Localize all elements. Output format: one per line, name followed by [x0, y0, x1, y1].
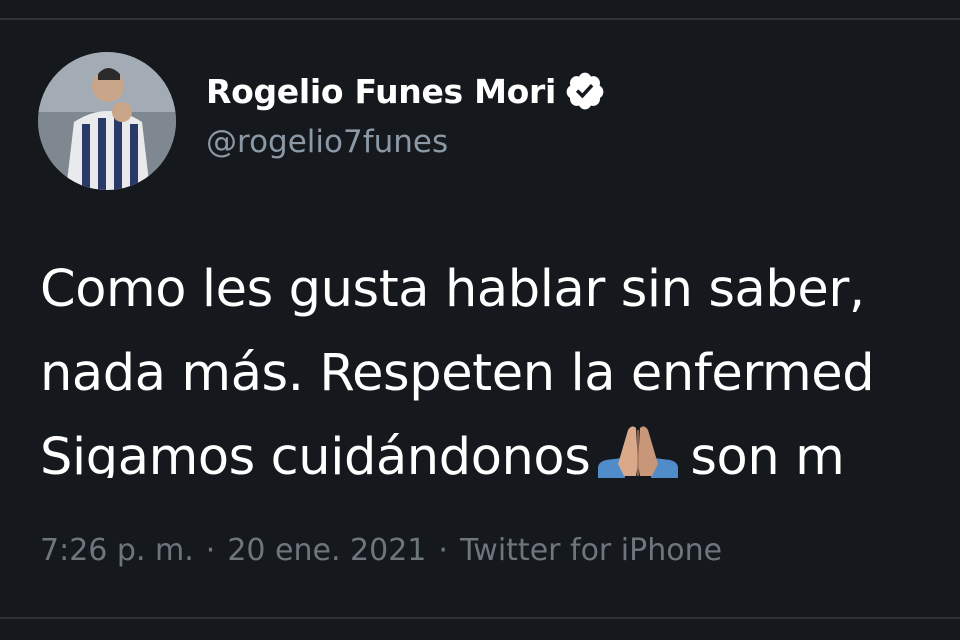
tweet-line-3: Sigamos cuidándonos son m [40, 416, 960, 478]
bottom-divider [0, 617, 960, 619]
top-divider [0, 18, 960, 20]
meta-separator: · [205, 532, 216, 568]
tweet-line-1: Como les gusta hablar sin saber, [40, 260, 865, 319]
tweet-line-2: nada más. Respeten la enfermed [40, 344, 875, 403]
tweet-line-3-text: Sigamos cuidándonos [40, 428, 591, 478]
verified-badge-icon [564, 70, 606, 112]
tweet-line-3-tail: son m [690, 428, 845, 478]
author-name-row[interactable]: Rogelio Funes Mori [206, 68, 606, 114]
display-name[interactable]: Rogelio Funes Mori [206, 72, 556, 111]
user-handle[interactable]: @rogelio7funes [206, 124, 448, 160]
tweet-meta: 7:26 p. m. · 20 ene. 2021 · Twitter for … [40, 528, 722, 572]
tweet-source[interactable]: Twitter for iPhone [460, 533, 722, 568]
folded-hands-emoji-icon [596, 424, 680, 478]
tweet-text: Como les gusta hablar sin saber, nada má… [40, 248, 960, 478]
tweet-date[interactable]: 20 ene. 2021 [227, 533, 426, 568]
tweet-time[interactable]: 7:26 p. m. [40, 533, 194, 568]
avatar[interactable] [38, 52, 176, 190]
meta-separator: · [438, 532, 448, 568]
